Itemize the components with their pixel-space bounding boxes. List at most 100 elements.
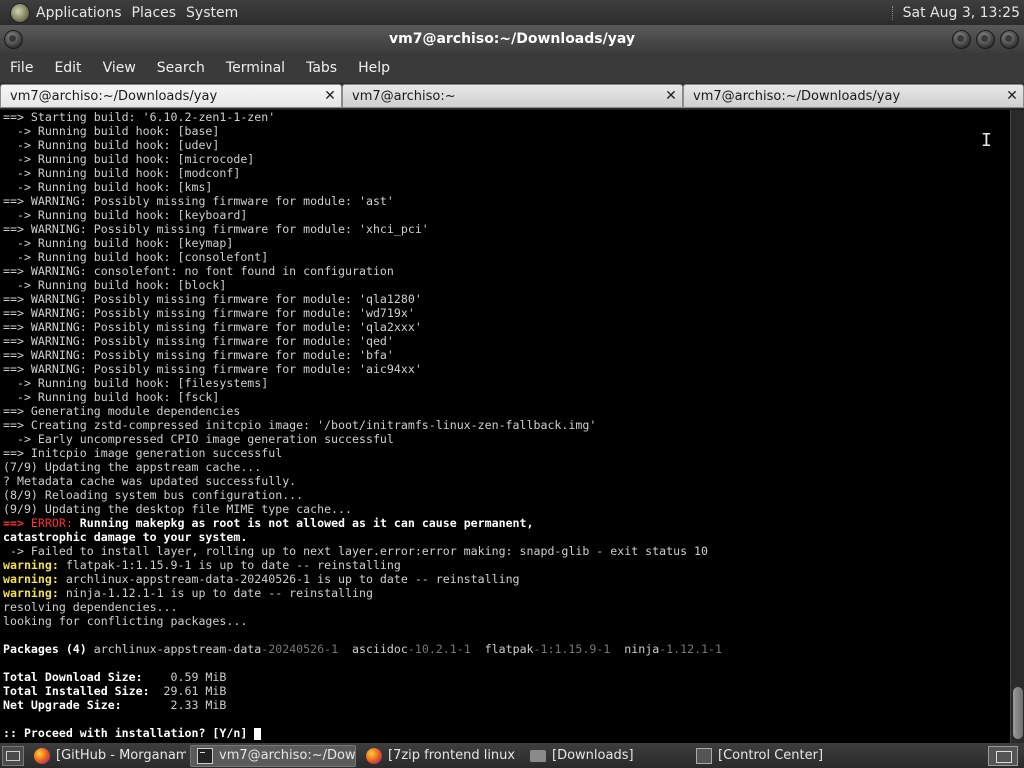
terminal-line: ==> WARNING: consolefont: no font found … bbox=[3, 264, 1010, 278]
terminal-text: -> Failed to install layer, rolling up t… bbox=[3, 544, 708, 558]
terminal-text: -> Running build hook: [base] bbox=[3, 124, 220, 138]
terminal-line: ==> WARNING: Possibly missing firmware f… bbox=[3, 222, 1010, 236]
terminal-text: warning: bbox=[3, 572, 59, 586]
terminal-output[interactable]: ==> Starting build: '6.10.2-zen1-1-zen' … bbox=[0, 110, 1010, 743]
control-center-icon bbox=[696, 747, 712, 764]
scrollbar-thumb[interactable] bbox=[1013, 687, 1023, 739]
terminal-text: ? Metadata cache was updated successfull… bbox=[3, 474, 297, 488]
terminal-text: flatpak bbox=[470, 642, 534, 656]
terminal-text: Proceed with installation? [Y/n] bbox=[23, 726, 255, 740]
tab-downloads-yay-2[interactable]: vm7@archiso:~/Downloads/yay ✕ bbox=[683, 84, 1024, 108]
terminal-text: -10.2.1-1 bbox=[407, 642, 471, 656]
panel-menu-applications[interactable]: Applications bbox=[34, 5, 130, 21]
terminal-text: asciidoc bbox=[338, 642, 408, 656]
terminal-text: -> Running build hook: [filesystems] bbox=[3, 376, 269, 390]
terminal-line: -> Running build hook: [consolefont] bbox=[3, 250, 1010, 264]
terminal-line: warning: archlinux-appstream-data-202405… bbox=[3, 572, 1010, 586]
task-label: [Downloads] bbox=[552, 748, 634, 763]
terminal-text: warning: bbox=[3, 558, 59, 572]
tab-label: vm7@archiso:~/Downloads/yay bbox=[10, 88, 218, 104]
menu-help[interactable]: Help bbox=[348, 53, 401, 83]
terminal-text: -> Running build hook: [microcode] bbox=[3, 152, 255, 166]
maximize-button[interactable] bbox=[976, 30, 995, 49]
terminal-text: resolving dependencies... bbox=[3, 600, 178, 614]
terminal-line: resolving dependencies... bbox=[3, 600, 1010, 614]
terminal-line: ==> WARNING: Possibly missing firmware f… bbox=[3, 348, 1010, 362]
window-menu-icon[interactable] bbox=[4, 30, 23, 49]
terminal-line: -> Early uncompressed CPIO image generat… bbox=[3, 432, 1010, 446]
terminal-text: -1.12.1-1 bbox=[659, 642, 723, 656]
terminal-text: warning: bbox=[3, 586, 59, 600]
task-firefox-github[interactable]: [GitHub - Morganamil... bbox=[28, 745, 186, 767]
task-label: [Control Center] bbox=[718, 748, 824, 763]
terminal-text: ==> WARNING: Possibly missing firmware f… bbox=[3, 362, 422, 376]
task-firefox-7zip[interactable]: [7zip frontend linux - ... bbox=[360, 745, 520, 767]
terminal-text: 2.33 MiB bbox=[170, 698, 227, 712]
task-terminal[interactable]: vm7@archiso:~/Dow... bbox=[190, 744, 356, 767]
terminal-text: ==> WARNING: Possibly missing firmware f… bbox=[3, 320, 422, 334]
menu-file[interactable]: File bbox=[0, 53, 44, 83]
firefox-icon bbox=[366, 747, 382, 764]
terminal-line: (9/9) Updating the desktop file MIME typ… bbox=[3, 502, 1010, 516]
show-desktop-icon[interactable] bbox=[2, 745, 24, 766]
menu-search[interactable]: Search bbox=[147, 53, 216, 83]
distro-logo-icon[interactable] bbox=[10, 2, 30, 23]
window-titlebar[interactable]: vm7@archiso:~/Downloads/yay bbox=[0, 25, 1024, 53]
text-cursor-ibeam-icon: I bbox=[981, 130, 992, 151]
menu-terminal[interactable]: Terminal bbox=[216, 53, 296, 83]
terminal-line: ==> Creating zstd-compressed initcpio im… bbox=[3, 418, 1010, 432]
terminal-text: -> Running build hook: [keyboard] bbox=[3, 208, 248, 222]
panel-separator bbox=[891, 5, 895, 20]
task-control-center[interactable]: [Control Center] bbox=[690, 745, 858, 767]
menu-tabs[interactable]: Tabs bbox=[296, 53, 348, 83]
terminal-text: looking for conflicting packages... bbox=[3, 614, 248, 628]
tab-bar: vm7@archiso:~/Downloads/yay ✕ vm7@archis… bbox=[0, 83, 1024, 109]
terminal-text: archlinux-appstream-data bbox=[93, 642, 262, 656]
window-title: vm7@archiso:~/Downloads/yay bbox=[388, 31, 635, 47]
panel-menu-places[interactable]: Places bbox=[130, 5, 185, 21]
panel-menu-system[interactable]: System bbox=[184, 5, 246, 21]
menu-view[interactable]: View bbox=[93, 53, 147, 83]
terminal-line: -> Running build hook: [microcode] bbox=[3, 152, 1010, 166]
terminal-line: ==> WARNING: Possibly missing firmware f… bbox=[3, 292, 1010, 306]
terminal-line: -> Running build hook: [filesystems] bbox=[3, 376, 1010, 390]
task-downloads-folder[interactable]: [Downloads] bbox=[524, 745, 686, 767]
terminal-line: Total Installed Size: 29.61 MiB bbox=[3, 684, 1010, 698]
panel-clock[interactable]: Sat Aug 3, 13:25 bbox=[903, 5, 1024, 21]
terminal-line: ==> WARNING: Possibly missing firmware f… bbox=[3, 194, 1010, 208]
terminal-text: ==> WARNING: Possibly missing firmware f… bbox=[3, 222, 429, 236]
terminal-text: :: bbox=[3, 726, 24, 740]
terminal-text: catastrophic damage to your system. bbox=[3, 530, 248, 544]
terminal-line: -> Failed to install layer, rolling up t… bbox=[3, 544, 1010, 558]
terminal-text: Running makepkg as root is not allowed a… bbox=[79, 516, 534, 530]
task-label: vm7@archiso:~/Dow... bbox=[219, 748, 356, 763]
bottom-taskbar: [GitHub - Morganamil... vm7@archiso:~/Do… bbox=[0, 743, 1024, 768]
close-button[interactable] bbox=[1000, 30, 1019, 49]
terminal-scrollbar[interactable] bbox=[1010, 110, 1024, 743]
tab-downloads-yay-1[interactable]: vm7@archiso:~/Downloads/yay ✕ bbox=[0, 84, 342, 108]
terminal-icon bbox=[197, 747, 213, 764]
terminal-line: Packages (4) archlinux-appstream-data-20… bbox=[3, 642, 1010, 656]
terminal-line: (8/9) Reloading system bus configuration… bbox=[3, 488, 1010, 502]
terminal-text: -> Running build hook: [block] bbox=[3, 278, 227, 292]
terminal-line: ==> Starting build: '6.10.2-zen1-1-zen' bbox=[3, 110, 1010, 124]
tab-close-icon[interactable]: ✕ bbox=[663, 88, 679, 104]
tab-close-icon[interactable]: ✕ bbox=[1004, 88, 1020, 104]
terminal-line: ==> Generating module dependencies bbox=[3, 404, 1010, 418]
workspace-switcher-icon[interactable] bbox=[988, 745, 1018, 766]
tab-home[interactable]: vm7@archiso:~ ✕ bbox=[342, 84, 683, 108]
terminal-line: ? Metadata cache was updated successfull… bbox=[3, 474, 1010, 488]
terminal-text: -> Running build hook: [modconf] bbox=[3, 166, 241, 180]
terminal-line: ==> WARNING: Possibly missing firmware f… bbox=[3, 334, 1010, 348]
task-label: [7zip frontend linux - ... bbox=[388, 748, 520, 763]
tab-close-icon[interactable]: ✕ bbox=[322, 88, 338, 104]
menubar: File Edit View Search Terminal Tabs Help bbox=[0, 53, 1024, 83]
terminal-line: -> Running build hook: [fsck] bbox=[3, 390, 1010, 404]
terminal-line: Net Upgrade Size: 2.33 MiB bbox=[3, 698, 1010, 712]
terminal-text: ==> WARNING: Possibly missing firmware f… bbox=[3, 348, 394, 362]
menu-edit[interactable]: Edit bbox=[44, 53, 92, 83]
minimize-button[interactable] bbox=[952, 30, 971, 49]
